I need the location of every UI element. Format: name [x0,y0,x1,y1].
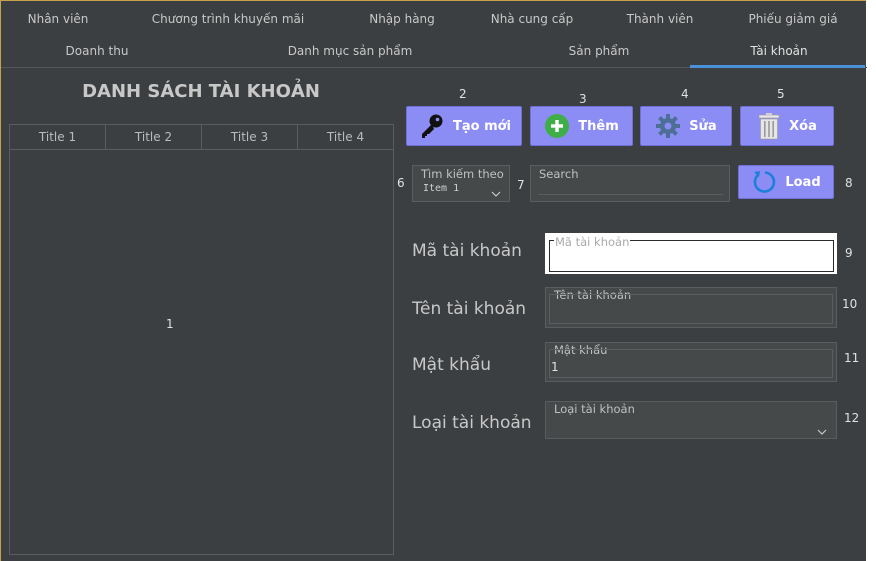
tab-chuong-trinh-khuyen-mai[interactable]: Chương trình khuyến mãi [115,3,341,35]
password-field[interactable]: Mật khẩu 1 [545,342,837,382]
account-id-caption: Mã tài khoản [554,235,631,249]
search-input-text[interactable] [538,180,723,195]
tab-nhan-vien[interactable]: Nhân viên [1,3,115,35]
create-button[interactable]: Tạo mới [406,106,522,146]
search-by-caption: Tìm kiếm theo [420,167,505,181]
marker-delete: 5 [777,87,785,101]
column-header[interactable]: Title 2 [106,125,202,149]
search-by-select[interactable]: Tìm kiếm theo Item 1 [412,165,510,202]
marker-add: 3 [579,92,587,106]
marker-account-name: 10 [842,297,858,311]
plus-circle-icon [544,113,570,139]
account-type-label: Loại tài khoản [412,413,532,433]
account-type-caption: Loại tài khoản [553,402,636,416]
account-name-field[interactable]: Tên tài khoản [545,287,837,328]
account-id-label: Mã tài khoản [412,241,522,261]
marker-account-id: 9 [845,246,853,260]
chevron-down-icon [491,183,501,202]
app-window: Nhân viên Chương trình khuyến mãi Nhập h… [0,0,867,561]
search-input[interactable]: Search [530,165,730,202]
marker-load: 8 [845,176,853,190]
tab-doanh-thu[interactable]: Doanh thu [1,35,193,67]
marker-edit: 4 [681,87,689,101]
marker-create: 2 [459,87,467,101]
edit-button-label: Sửa [689,118,717,134]
marker-account-type: 12 [844,411,860,425]
marker-search-input: 7 [517,178,525,192]
search-input-caption: Search [538,167,580,181]
load-button[interactable]: Load [738,165,834,199]
marker-table: 1 [166,317,174,331]
delete-button-label: Xóa [789,118,817,134]
gear-icon [655,113,681,139]
password-input[interactable]: 1 [549,349,833,378]
tab-san-pham[interactable]: Sản phẩm [507,35,691,67]
create-button-label: Tạo mới [452,118,512,134]
account-name-input[interactable] [549,294,833,324]
trash-icon [757,112,781,140]
column-header[interactable]: Title 4 [298,125,393,149]
account-id-field[interactable]: Mã tài khoản [545,233,837,274]
tab-danh-muc-san-pham[interactable]: Danh mục sản phẩm [193,35,507,67]
marker-password: 11 [844,351,860,365]
accounts-table[interactable]: Title 1 Title 2 Title 3 Title 4 [9,124,394,555]
table-header: Title 1 Title 2 Title 3 Title 4 [10,125,393,150]
tab-thanh-vien[interactable]: Thành viên [601,3,719,35]
tab-row-2: Doanh thu Danh mục sản phẩm Sản phẩm Tài… [1,35,867,67]
chevron-down-icon [817,421,827,440]
panel-title: DANH SÁCH TÀI KHOẢN [82,81,320,102]
search-by-value: Item 1 [423,183,460,194]
tab-tai-khoan[interactable]: Tài khoản [691,35,867,67]
tab-phieu-giam-gia[interactable]: Phiếu giảm giá [719,3,867,35]
delete-button[interactable]: Xóa [740,106,834,146]
tab-nhap-hang[interactable]: Nhập hàng [341,3,463,35]
column-header[interactable]: Title 1 [10,125,106,149]
tab-nha-cung-cap[interactable]: Nhà cung cấp [463,3,601,35]
password-label: Mật khẩu [412,355,491,375]
edit-button[interactable]: Sửa [640,106,732,146]
add-button-label: Thêm [578,118,619,134]
account-name-label: Tên tài khoản [412,299,527,319]
load-button-label: Load [785,174,821,190]
active-tab-indicator [690,65,865,68]
column-header[interactable]: Title 3 [202,125,298,149]
key-icon [417,112,445,140]
marker-search-by: 6 [397,176,405,190]
add-button[interactable]: Thêm [530,106,633,146]
account-type-select[interactable]: Loại tài khoản [545,401,837,439]
tab-row-1: Nhân viên Chương trình khuyến mãi Nhập h… [1,3,867,35]
refresh-icon [751,169,777,195]
